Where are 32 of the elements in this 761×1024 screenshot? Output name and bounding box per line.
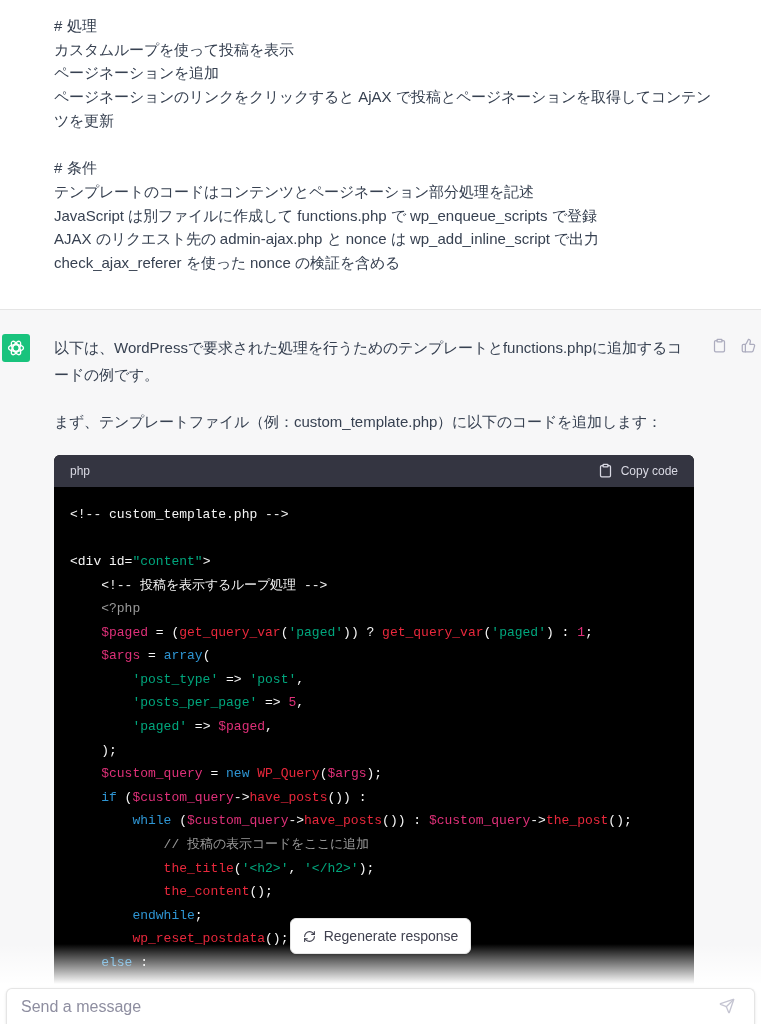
user-message: # 処理 カスタムループを使って投稿を表示 ページネーションを追加 ページネーションのリンクをクリックすると AjAX で投稿とページネーションを取得してコンテンツを更新: [54, 16, 711, 131]
code-line: while ($custom_query->have_posts()) : $custom_query->the_post();: [131, 812, 632, 831]
thumbs-up-icon[interactable]: [741, 337, 756, 353]
copy-code-button[interactable]: Copy code: [597, 461, 678, 480]
regenerate-button[interactable]: Regenerate response: [289, 918, 472, 954]
code-line: );: [100, 741, 117, 760]
code-line: 'paged' => $paged,: [131, 718, 273, 737]
code-line: <div id="content">: [70, 552, 211, 571]
code-line: $args = array(: [100, 647, 211, 666]
code-line: 'posts_per_page' => 5,: [131, 694, 305, 713]
user-message: # 条件 テンプレートのコードはコンテンツとページネーション部分処理を記述 JavaScript は別ファイルに作成して functions.php で wp_enqueue_scripts で登録 AJAX のリクエスト先の admin-ajax.php と nonce は wp_add_inline_script で出力 check_ajax_referer を使った nonce の検証を含める: [54, 158, 601, 273]
code-line: the_content();: [162, 883, 273, 902]
code-line: the_title('<h2>', '</h2>');: [162, 859, 375, 878]
code-line: wp_reset_postdata();: [131, 930, 289, 949]
clipboard-icon: [597, 463, 613, 479]
code-line: 'post_type' => 'post',: [131, 670, 305, 689]
code-language: php: [70, 462, 91, 480]
refresh-icon: [302, 929, 316, 943]
code-line: // 投稿の表示コードをここに追加: [162, 836, 370, 855]
code-line: $paged = (get_query_var('paged')) ? get_query_var('paged') : 1;: [100, 623, 593, 642]
copy-icon[interactable]: [712, 337, 727, 353]
code-line: if ($custom_query->have_posts()) :: [100, 788, 367, 807]
code-line: $custom_query = new WP_Query($args);: [100, 765, 383, 784]
response-paragraph: 以下は、WordPressで要求された処理を行うためのテンプレートとfunctions.phpに追加するコードの例です。: [54, 337, 684, 385]
send-icon[interactable]: [719, 998, 735, 1014]
code-line: endwhile;: [131, 906, 203, 925]
code-line: <?php: [100, 600, 141, 619]
code-line: else :: [100, 954, 149, 972]
code-line: <!-- custom_template.php -->: [70, 505, 289, 524]
response-paragraph: まず、テンプレートファイル（例：custom_template.php）に以下のコードを追加します：: [54, 411, 664, 432]
code-line: <!-- 投稿を表示するループ処理 -->: [100, 576, 328, 595]
message-input[interactable]: Send a message: [6, 988, 755, 1024]
